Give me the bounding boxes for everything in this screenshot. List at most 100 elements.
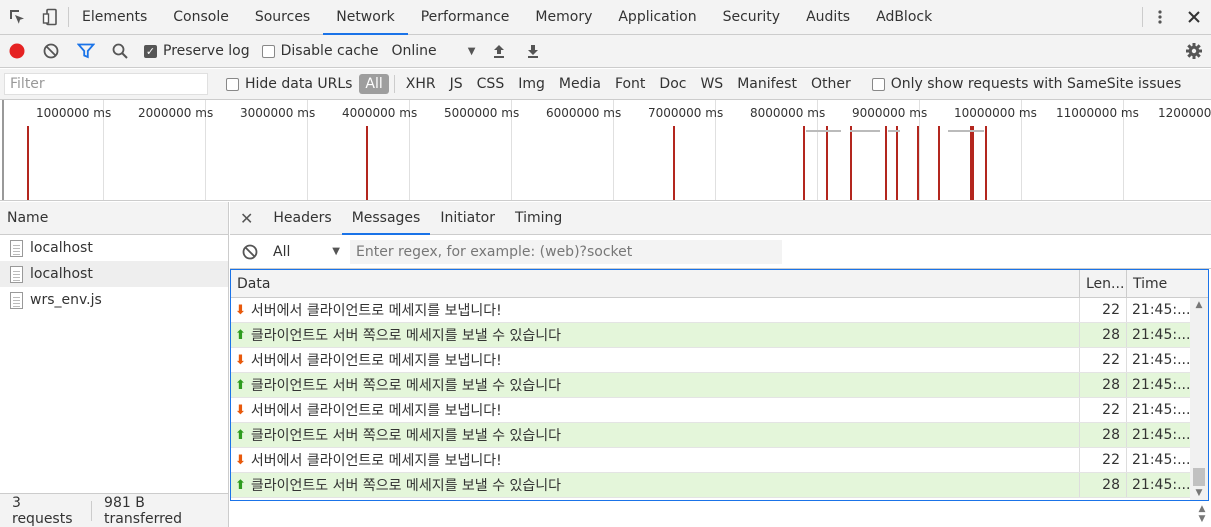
detail-tabs: ✕ Headers Messages Initiator Timing <box>230 202 1211 235</box>
tab-console[interactable]: Console <box>160 0 242 34</box>
request-name: localhost <box>30 266 93 282</box>
document-file-icon <box>10 265 23 283</box>
close-detail-icon[interactable]: ✕ <box>230 202 263 234</box>
tab-application[interactable]: Application <box>605 0 709 34</box>
scrollbar-thumb[interactable] <box>1193 468 1205 486</box>
request-row[interactable]: wrs_env.js <box>0 287 228 313</box>
filter-type-media[interactable]: Media <box>553 74 607 94</box>
request-row[interactable]: localhost <box>0 235 228 261</box>
clear-messages-icon[interactable] <box>230 243 270 261</box>
timeline-tick-label: 11000000 ms <box>1056 106 1139 120</box>
device-toolbar-icon[interactable] <box>34 0 68 34</box>
data-column-header[interactable]: Data <box>231 270 1080 297</box>
filter-toggle-button[interactable] <box>69 35 103 68</box>
preserve-log-checkbox[interactable]: ✓ Preserve log <box>138 43 256 59</box>
throttling-select[interactable]: Online ▼ <box>385 43 481 59</box>
tab-elements[interactable]: Elements <box>69 0 160 34</box>
message-data-cell: ⬇ 서버에서 클라이언트로 메세지를 보냅니다! <box>231 348 1080 372</box>
scroll-up-icon[interactable]: ▲ <box>1199 504 1206 514</box>
settings-gear-icon[interactable] <box>1177 35 1211 68</box>
message-row[interactable]: ⬆ 클라이언트도 서버 쪽으로 메세지를 보낼 수 있습니다 28 21:45:... <box>231 423 1190 448</box>
filter-type-xhr[interactable]: XHR <box>400 74 442 94</box>
arrow-up-icon: ⬆ <box>235 427 246 443</box>
detail-tab-headers[interactable]: Headers <box>263 202 341 234</box>
disable-cache-checkbox[interactable]: Disable cache <box>256 43 385 59</box>
filter-type-all[interactable]: All <box>359 74 389 94</box>
hide-data-urls-checkbox[interactable]: Hide data URLs <box>220 76 358 92</box>
message-row[interactable]: ⬇ 서버에서 클라이언트로 메세지를 보냅니다! 22 21:45:... <box>231 448 1190 473</box>
timeline-tick-label: 10000000 ms <box>954 106 1037 120</box>
length-column-header[interactable]: Len... <box>1080 270 1127 297</box>
filter-input[interactable]: Filter <box>4 73 208 95</box>
filter-type-css[interactable]: CSS <box>471 74 511 94</box>
timeline-request-bar <box>673 126 675 200</box>
resource-type-filters: All XHR JS CSS Img Media Font Doc WS Manifest Othe… <box>358 74 857 94</box>
message-row[interactable]: ⬆ 클라이언트도 서버 쪽으로 메세지를 보낼 수 있습니다 28 21:45:... <box>231 373 1190 398</box>
scroll-down-icon[interactable]: ▼ <box>1199 514 1206 524</box>
filter-divider <box>393 75 395 93</box>
detail-tab-initiator[interactable]: Initiator <box>430 202 505 234</box>
timeline-tick-label: 1000000 ms <box>36 106 112 120</box>
message-length: 28 <box>1080 323 1127 347</box>
request-detail-pane: ✕ Headers Messages Initiator Timing All ▼ E… <box>230 202 1211 527</box>
filter-type-ws[interactable]: WS <box>694 74 729 94</box>
regex-filter-input[interactable]: Enter regex, for example: (web)?socket <box>350 239 782 264</box>
message-row[interactable]: ⬆ 클라이언트도 서버 쪽으로 메세지를 보낼 수 있습니다 28 21:45:... <box>231 473 1190 498</box>
network-overview-timeline[interactable]: 1000000 ms 2000000 ms 3000000 ms 4000000 ms… <box>0 100 1211 201</box>
timeline-request-bar <box>885 126 887 200</box>
filter-type-other[interactable]: Other <box>805 74 857 94</box>
message-type-select[interactable]: All ▼ <box>270 244 346 260</box>
timeline-tick-label: 5000000 ms <box>444 106 520 120</box>
message-type-value: All <box>273 243 291 260</box>
name-column-header[interactable]: Name <box>0 202 228 235</box>
clear-button[interactable] <box>34 35 68 68</box>
samesite-checkbox[interactable]: Only show requests with SameSite issues <box>866 76 1188 92</box>
message-data-cell: ⬇ 서버에서 클라이언트로 메세지를 보냅니다! <box>231 298 1080 322</box>
filter-type-doc[interactable]: Doc <box>653 74 692 94</box>
tab-performance[interactable]: Performance <box>408 0 523 34</box>
message-row[interactable]: ⬇ 서버에서 클라이언트로 메세지를 보냅니다! 22 21:45:... <box>231 348 1190 373</box>
filter-type-js[interactable]: JS <box>444 74 469 94</box>
request-count: 3 requests <box>12 494 73 527</box>
timeline-request-line <box>888 130 900 132</box>
message-time: 21:45:... <box>1132 452 1190 468</box>
message-row[interactable]: ⬆ 클라이언트도 서버 쪽으로 메세지를 보낼 수 있습니다 28 21:45:... <box>231 323 1190 348</box>
filter-type-manifest[interactable]: Manifest <box>731 74 803 94</box>
message-time: 21:45:... <box>1132 477 1190 493</box>
arrow-up-icon: ⬆ <box>235 477 246 493</box>
more-options-icon[interactable] <box>1143 0 1177 34</box>
time-column-header[interactable]: Time <box>1127 270 1190 297</box>
message-row[interactable]: ⬇ 서버에서 클라이언트로 메세지를 보냅니다! 22 21:45:... <box>231 398 1190 423</box>
tab-sources[interactable]: Sources <box>242 0 323 34</box>
tab-adblock[interactable]: AdBlock <box>863 0 945 34</box>
import-har-button[interactable] <box>482 35 516 68</box>
record-button[interactable] <box>0 35 34 68</box>
message-data-cell: ⬆ 클라이언트도 서버 쪽으로 메세지를 보낼 수 있습니다 <box>231 373 1080 397</box>
tab-memory[interactable]: Memory <box>522 0 605 34</box>
timeline-request-bar <box>366 126 368 200</box>
detail-tab-timing[interactable]: Timing <box>505 202 572 234</box>
filter-type-img[interactable]: Img <box>512 74 551 94</box>
tab-security[interactable]: Security <box>710 0 794 34</box>
tab-audits[interactable]: Audits <box>793 0 863 34</box>
timeline-tick-label: 2000000 ms <box>138 106 214 120</box>
message-data: 서버에서 클라이언트로 메세지를 보냅니다! <box>250 303 502 319</box>
search-button[interactable] <box>103 35 137 68</box>
export-har-button[interactable] <box>516 35 550 68</box>
filter-type-font[interactable]: Font <box>609 74 651 94</box>
timeline-request-bar <box>917 126 919 200</box>
scroll-up-icon[interactable]: ▲ <box>1190 298 1208 312</box>
message-length: 28 <box>1080 473 1127 497</box>
message-row[interactable]: ⬇ 서버에서 클라이언트로 메세지를 보냅니다! 22 21:45:... <box>231 298 1190 323</box>
tab-network[interactable]: Network <box>323 0 409 35</box>
pane-scroll-arrows[interactable]: ▲ ▼ <box>1193 501 1211 527</box>
request-row[interactable]: localhost <box>0 261 228 287</box>
inspect-element-icon[interactable] <box>0 0 34 34</box>
message-data-cell: ⬆ 클라이언트도 서버 쪽으로 메세지를 보낼 수 있습니다 <box>231 323 1080 347</box>
close-devtools-icon[interactable] <box>1177 0 1211 34</box>
scroll-down-icon[interactable]: ▼ <box>1190 486 1208 500</box>
document-file-icon <box>10 239 23 257</box>
messages-table-header: Data Len... Time <box>231 270 1208 298</box>
detail-tab-messages[interactable]: Messages <box>341 202 431 235</box>
messages-scrollbar[interactable]: ▲ ▼ <box>1190 298 1208 500</box>
